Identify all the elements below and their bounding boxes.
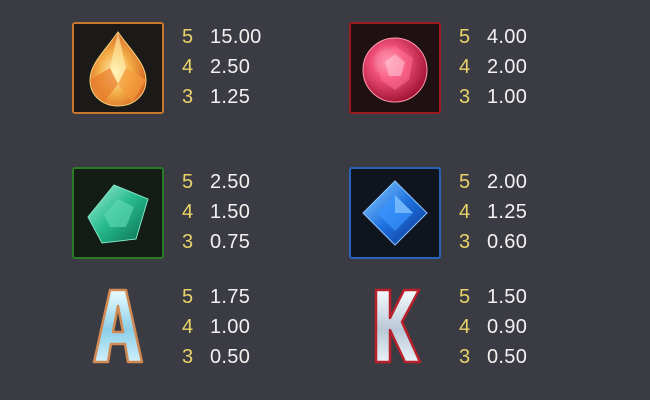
payout-row: 5 15.00 — [182, 26, 262, 48]
payout-row: 5 1.50 — [459, 286, 528, 308]
payout-row: 4 2.00 — [459, 56, 528, 78]
payout-row: 5 1.75 — [182, 286, 251, 308]
payout-row: 4 2.50 — [182, 56, 251, 78]
payout-row: 4 0.90 — [459, 316, 528, 338]
letter-k-icon — [372, 286, 422, 366]
payout-row: 3 1.25 — [182, 86, 251, 108]
payout-row: 3 0.60 — [459, 231, 528, 253]
payout-row: 3 0.50 — [459, 346, 528, 368]
blue-square-gem-icon — [349, 167, 441, 259]
payout-row: 5 4.00 — [459, 26, 528, 48]
letter-a-icon — [92, 286, 144, 366]
payout-row: 3 1.00 — [459, 86, 528, 108]
payout-row: 4 1.25 — [459, 201, 528, 223]
payout-row: 4 1.00 — [182, 316, 251, 338]
paytable-screen: { "paytable": [ { "symbol": "orange-drop… — [0, 0, 650, 400]
orange-drop-gem-icon — [72, 22, 164, 114]
payout-row: 4 1.50 — [182, 201, 251, 223]
payout-row: 5 2.00 — [459, 171, 528, 193]
red-round-gem-icon — [349, 22, 441, 114]
payout-row: 3 0.50 — [182, 346, 251, 368]
payout-row: 3 0.75 — [182, 231, 251, 253]
green-gem-icon — [72, 167, 164, 259]
payout-row: 5 2.50 — [182, 171, 251, 193]
